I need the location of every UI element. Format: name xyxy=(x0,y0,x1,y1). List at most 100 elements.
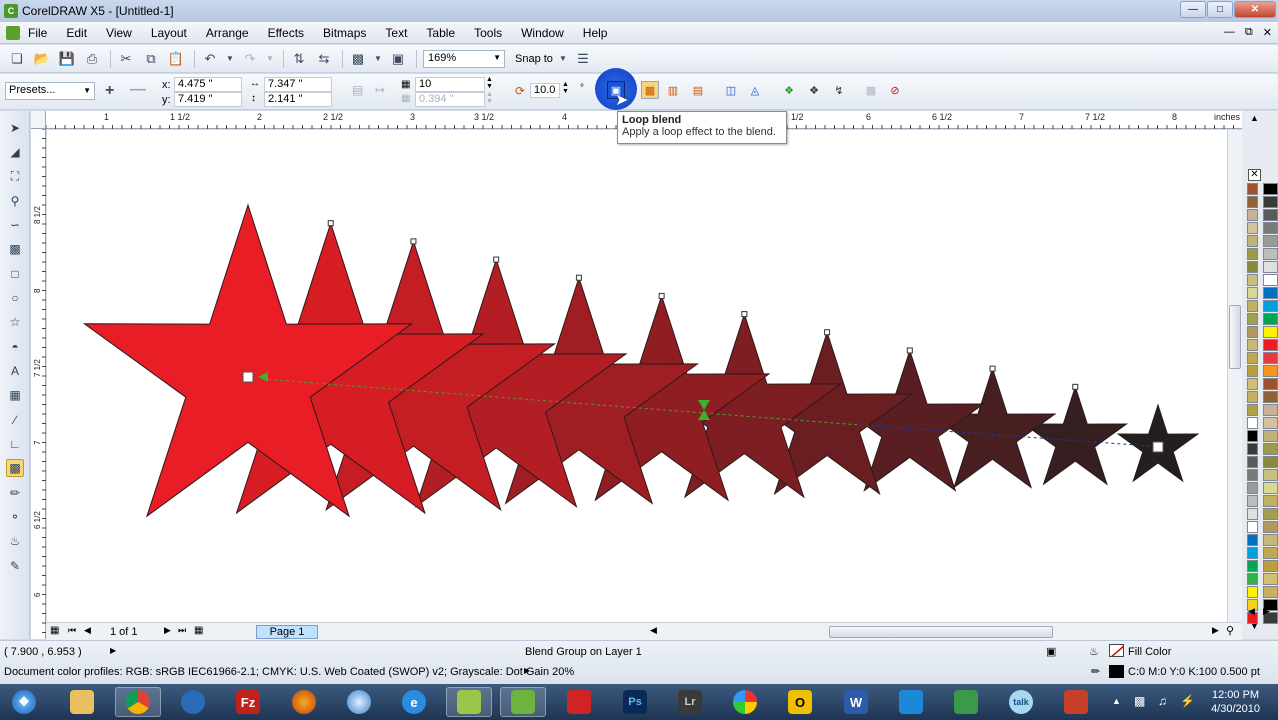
snap-to-button[interactable]: Snap to xyxy=(515,53,553,65)
add-preset-icon[interactable]: + xyxy=(105,82,114,100)
menu-layout[interactable]: Layout xyxy=(151,26,187,40)
picasa-button[interactable] xyxy=(722,687,768,717)
blend-tool-icon[interactable]: ▩ xyxy=(6,459,24,477)
color-swatch[interactable] xyxy=(1263,534,1278,546)
color-swatch[interactable] xyxy=(1263,391,1278,403)
zoom-tool-icon[interactable]: ⚲ xyxy=(6,192,24,210)
menu-effects[interactable]: Effects xyxy=(268,26,304,40)
color-swatch[interactable] xyxy=(1263,300,1278,312)
menu-edit[interactable]: Edit xyxy=(66,26,87,40)
volume-icon[interactable]: ♫ xyxy=(1158,694,1167,708)
camtasia-button[interactable] xyxy=(556,687,602,717)
color-swatch[interactable] xyxy=(1263,443,1278,455)
document-icon[interactable] xyxy=(6,25,20,40)
blend-group[interactable] xyxy=(47,130,1227,622)
pick-tool-icon[interactable]: ➤ xyxy=(6,119,24,137)
color-swatch[interactable] xyxy=(1247,300,1258,312)
color-swatch[interactable] xyxy=(1247,274,1258,286)
color-swatch[interactable] xyxy=(1263,209,1278,221)
corel-connect-button[interactable] xyxy=(500,687,546,717)
color-swatch[interactable] xyxy=(1263,248,1278,260)
color-swatch[interactable] xyxy=(1247,456,1258,468)
close-button[interactable]: ✕ xyxy=(1234,1,1276,18)
color-swatch[interactable] xyxy=(1263,352,1278,364)
color-swatch[interactable] xyxy=(1263,586,1278,598)
color-swatch[interactable] xyxy=(1263,560,1278,572)
word-button[interactable]: W xyxy=(833,687,879,717)
color-swatch[interactable] xyxy=(1247,404,1258,416)
contacts-button[interactable] xyxy=(943,687,989,717)
welcome-screen-icon[interactable]: ▣ xyxy=(389,50,407,68)
y-position-field[interactable]: 7.419 " xyxy=(174,92,242,107)
color-swatch[interactable] xyxy=(1263,469,1278,481)
document-color-profiles[interactable]: Document color profiles: RGB: sRGB IEC61… xyxy=(4,666,574,678)
color-swatch[interactable] xyxy=(1247,417,1258,429)
blend-steps-field[interactable]: 10 xyxy=(415,77,485,92)
node-handle[interactable] xyxy=(1072,383,1079,390)
color-swatch[interactable] xyxy=(1247,573,1258,585)
node-handle[interactable] xyxy=(741,311,748,318)
application-launcher-icon[interactable]: ▩ xyxy=(349,50,367,68)
vertical-scrollbar[interactable] xyxy=(1227,130,1242,622)
system-clock[interactable]: 12:00 PM 4/30/2010 xyxy=(1211,688,1260,716)
start-end-properties-button[interactable]: ❖ xyxy=(780,81,798,99)
copy-icon[interactable]: ⧉ xyxy=(142,50,160,68)
outline-tool-icon[interactable]: ⚬ xyxy=(6,508,24,526)
scroll-right-icon[interactable]: ▶ xyxy=(1212,625,1219,636)
remove-preset-icon[interactable]: — xyxy=(130,81,146,99)
color-swatch[interactable] xyxy=(1263,235,1278,247)
palette-flyout-icon[interactable]: ◀ xyxy=(1248,606,1255,617)
blend-direction-field[interactable]: 10.0 xyxy=(530,83,560,98)
minimize-button[interactable]: — xyxy=(1180,1,1206,18)
table-tool-icon[interactable]: ▦ xyxy=(6,386,24,404)
power-icon[interactable]: ⚡ xyxy=(1180,694,1195,708)
color-swatch[interactable] xyxy=(1263,573,1278,585)
launcher-dropdown-icon[interactable]: ▼ xyxy=(374,50,382,68)
color-swatch[interactable] xyxy=(1263,378,1278,390)
color-swatch[interactable] xyxy=(1247,521,1258,533)
color-swatch[interactable] xyxy=(1247,196,1258,208)
color-swatch[interactable] xyxy=(1247,261,1258,273)
vertical-ruler[interactable]: 8 1/2 8 7 1/2 7 6 1/2 6 xyxy=(31,129,46,639)
freehand-tool-icon[interactable]: ∽ xyxy=(6,216,24,234)
color-swatch[interactable] xyxy=(1247,443,1258,455)
shape-tool-icon[interactable]: ◢ xyxy=(6,143,24,161)
node-handle[interactable] xyxy=(410,238,417,245)
height-field[interactable]: 2.141 " xyxy=(264,92,332,107)
redo-dropdown-icon[interactable]: ▼ xyxy=(266,50,274,68)
spacing-spin-icon[interactable]: ▲ ▼ xyxy=(486,91,493,105)
more-blend-options-button[interactable]: ◬ xyxy=(746,81,764,99)
palette-scroll-up-icon[interactable]: ▲ xyxy=(1250,113,1259,123)
export-icon[interactable]: ⇆ xyxy=(315,50,333,68)
photoshop-button[interactable]: Ps xyxy=(612,687,658,717)
menu-window[interactable]: Window xyxy=(521,26,564,40)
node-handle[interactable] xyxy=(575,274,582,281)
color-swatch[interactable] xyxy=(1247,222,1258,234)
color-swatch[interactable] xyxy=(1263,261,1278,273)
color-swatch[interactable] xyxy=(1247,495,1258,507)
previous-page-icon[interactable]: ◀ xyxy=(84,625,91,636)
explorer-button[interactable] xyxy=(59,687,105,717)
menu-tools[interactable]: Tools xyxy=(474,26,502,40)
node-handle[interactable] xyxy=(493,256,500,263)
text-tool-icon[interactable]: A xyxy=(6,362,24,380)
doc-close-button[interactable]: ✕ xyxy=(1263,26,1272,39)
google-talk-button[interactable]: talk xyxy=(998,687,1044,717)
node-handle[interactable] xyxy=(989,365,996,372)
coreldraw-task-button[interactable] xyxy=(446,687,492,717)
undo-dropdown-icon[interactable]: ▼ xyxy=(226,50,234,68)
color-swatch[interactable] xyxy=(1263,365,1278,377)
color-swatch[interactable] xyxy=(1247,430,1258,442)
no-fill-swatch[interactable] xyxy=(1109,644,1124,657)
page-tab[interactable]: Page 1 xyxy=(256,625,318,639)
color-swatch[interactable] xyxy=(1263,287,1278,299)
color-swatch[interactable] xyxy=(1247,326,1258,338)
clear-blend-button[interactable]: ⊘ xyxy=(886,81,904,99)
color-swatch[interactable] xyxy=(1263,313,1278,325)
paste-icon[interactable]: 📋 xyxy=(167,50,185,68)
menu-table[interactable]: Table xyxy=(426,26,455,40)
menu-arrange[interactable]: Arrange xyxy=(206,26,249,40)
color-swatch[interactable] xyxy=(1263,183,1278,195)
doc-restore-button[interactable]: ⧉ xyxy=(1245,26,1253,39)
outline-color-swatch[interactable] xyxy=(1109,665,1124,678)
